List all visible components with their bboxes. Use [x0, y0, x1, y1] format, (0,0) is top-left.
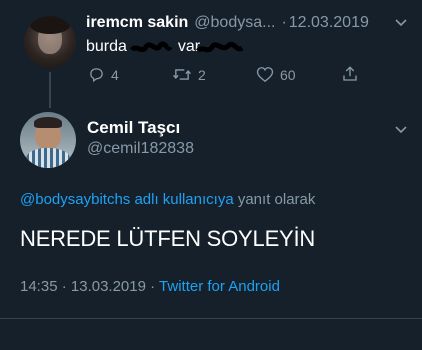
censor-scribble [129, 41, 244, 53]
retweet-action[interactable]: 2 [172, 66, 206, 83]
reply-context-suffix: yanıt olarak [237, 191, 316, 208]
date-separator: · [281, 14, 287, 31]
heart-icon [256, 66, 274, 83]
reply-context: @bodysaybitchs adlı kullanıcıya yanıt ol… [20, 191, 315, 208]
author-name[interactable]: Cemil Taşcı [87, 118, 180, 138]
reply-count: 4 [111, 66, 119, 83]
reply-context-handle[interactable]: @bodysaybitchs adlı kullanıcıya [20, 191, 234, 208]
share-action[interactable] [341, 65, 359, 83]
tweet-date[interactable]: 12.03.2019 [289, 14, 369, 32]
tweet-source-link[interactable]: Twitter for Android [159, 278, 280, 295]
share-icon [341, 65, 359, 83]
tweet-text: NEREDE LÜTFEN SOYLEYİN [20, 226, 316, 251]
avatar-cemil[interactable] [20, 112, 76, 168]
reply-action[interactable]: 4 [88, 66, 119, 83]
like-action[interactable]: 60 [256, 66, 296, 83]
reply-icon [88, 66, 105, 83]
chevron-down-icon[interactable] [394, 16, 408, 30]
thread-line [49, 72, 51, 108]
chevron-down-icon[interactable] [394, 123, 408, 137]
avatar-iremcm[interactable] [24, 16, 76, 68]
retweet-count: 2 [198, 66, 206, 83]
author-handle[interactable]: @cemil182838 [87, 140, 194, 158]
retweet-icon [172, 66, 192, 83]
tweet-meta: 14:35 · 13.03.2019 · Twitter for Android [20, 278, 280, 295]
tweet-text: burda var [86, 38, 286, 60]
like-count: 60 [280, 66, 296, 83]
author-handle[interactable]: @bodysa... [194, 14, 275, 32]
author-name[interactable]: iremcm sakin [86, 14, 188, 32]
meta-separator: · [150, 278, 156, 295]
tweet-time: 14:35 [20, 278, 58, 295]
tweet-date: 13.03.2019 [70, 278, 146, 295]
divider [0, 318, 422, 319]
meta-separator: · [61, 278, 67, 295]
